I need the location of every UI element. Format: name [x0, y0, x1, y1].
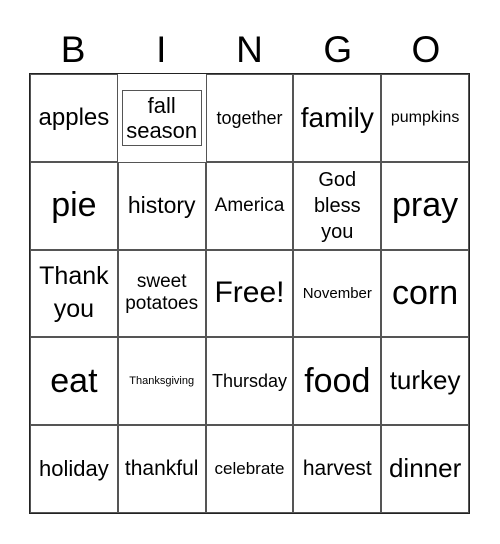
- bingo-cell[interactable]: pie: [30, 161, 118, 250]
- bingo-cell[interactable]: eat: [30, 337, 118, 426]
- bingo-cell[interactable]: food: [293, 337, 382, 426]
- bingo-cell[interactable]: Thank you: [30, 249, 118, 338]
- bingo-cell[interactable]: sweet potatoes: [117, 249, 206, 338]
- bingo-header: B I N G O: [29, 28, 470, 72]
- bingo-cell[interactable]: America: [205, 161, 294, 250]
- free-space[interactable]: Free!: [205, 249, 294, 338]
- bingo-cell[interactable]: Thanksgiving: [117, 337, 206, 426]
- bingo-cell[interactable]: turkey: [381, 337, 469, 426]
- header-letter-b: B: [60, 29, 86, 70]
- bingo-cell[interactable]: celebrate: [205, 425, 294, 513]
- bingo-cell[interactable]: holiday: [30, 425, 118, 513]
- bingo-cell[interactable]: fall season: [121, 89, 202, 147]
- header-letter-o: O: [411, 29, 441, 70]
- bingo-cell[interactable]: God bless you: [293, 161, 382, 250]
- bingo-cell[interactable]: November: [293, 249, 382, 338]
- header-letter-n: N: [236, 29, 263, 70]
- bingo-cell[interactable]: Thursday: [205, 337, 294, 426]
- bingo-cell[interactable]: thankful: [117, 425, 206, 513]
- bingo-cell[interactable]: pumpkins: [381, 74, 469, 162]
- bingo-cell[interactable]: harvest: [293, 425, 382, 513]
- bingo-grid: apples fall season together family pumpk…: [29, 73, 470, 514]
- header-letter-g: G: [323, 29, 353, 70]
- bingo-cell[interactable]: family: [293, 74, 382, 162]
- bingo-cell[interactable]: together: [205, 74, 294, 162]
- bingo-cell[interactable]: corn: [381, 249, 469, 338]
- header-letter-i: I: [156, 29, 167, 70]
- bingo-cell[interactable]: apples: [30, 74, 118, 162]
- bingo-cell[interactable]: pray: [381, 161, 469, 250]
- bingo-cell[interactable]: dinner: [381, 425, 469, 513]
- bingo-cell[interactable]: history: [117, 161, 206, 250]
